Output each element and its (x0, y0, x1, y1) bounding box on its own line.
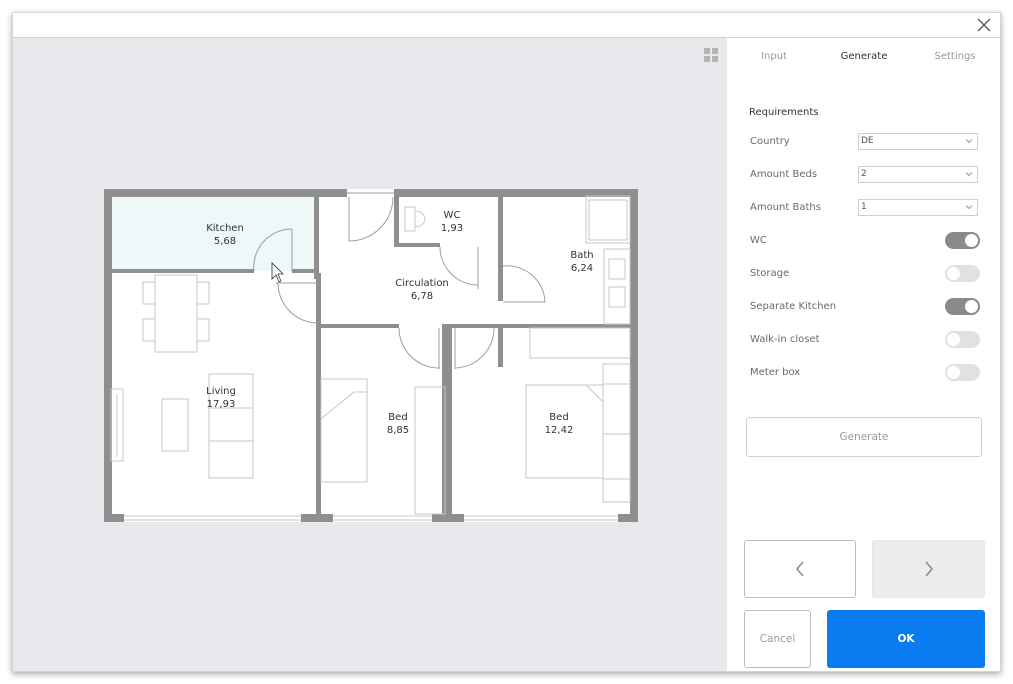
dialog-window: Kitchen 5,68 WC 1,93 Bath 6,24 Circulation 6… (12, 12, 1001, 672)
amount-beds-label: Amount Beds (750, 169, 818, 180)
grid-view-icon[interactable] (704, 48, 718, 62)
amount-baths-select[interactable]: 1 (858, 199, 978, 216)
floor-plan-drawing (104, 189, 638, 522)
wc-label: WC (750, 235, 767, 246)
chevron-down-icon (965, 172, 973, 177)
amount-beds-select[interactable]: 2 (858, 166, 978, 183)
room-label-kitchen: Kitchen 5,68 (206, 223, 244, 247)
cancel-button[interactable]: Cancel (744, 610, 811, 668)
chevron-right-icon (924, 561, 933, 577)
amount-beds-value: 2 (861, 169, 867, 179)
room-label-wc: WC 1,93 (440, 210, 464, 234)
ok-button[interactable]: OK (827, 610, 985, 668)
previous-button[interactable] (744, 540, 856, 598)
country-value: DE (861, 136, 874, 146)
storage-label: Storage (750, 268, 790, 279)
toggle-knob (965, 234, 978, 247)
tab-generate[interactable]: Generate (837, 51, 891, 62)
country-label: Country (750, 136, 790, 147)
toggle-knob (947, 333, 960, 346)
meter-box-label: Meter box (750, 367, 801, 378)
floor-plan: Kitchen 5,68 WC 1,93 Bath 6,24 Circulation 6… (104, 189, 638, 526)
toggle-knob (965, 300, 978, 313)
meter-box-toggle[interactable] (945, 364, 980, 381)
walk-in-closet-toggle[interactable] (945, 331, 980, 348)
amount-baths-value: 1 (861, 202, 867, 212)
tab-settings[interactable]: Settings (931, 51, 979, 62)
tab-input[interactable]: Input (757, 51, 791, 62)
country-select[interactable]: DE (858, 133, 978, 150)
generate-button[interactable]: Generate (746, 417, 982, 457)
requirements-title: Requirements (749, 107, 819, 118)
wc-toggle[interactable] (945, 232, 980, 249)
storage-toggle[interactable] (945, 265, 980, 282)
room-label-living: Living 17,93 (206, 386, 236, 410)
room-label-bath: Bath 6,24 (570, 250, 594, 274)
close-icon[interactable] (974, 15, 994, 35)
room-label-bed-1: Bed 8,85 (386, 412, 410, 436)
toggle-knob (947, 366, 960, 379)
next-button[interactable] (872, 540, 985, 598)
title-bar (13, 13, 1000, 38)
walk-in-closet-label: Walk-in closet (750, 334, 820, 345)
chevron-left-icon (796, 561, 804, 577)
separate-kitchen-label: Separate Kitchen (750, 301, 837, 312)
floorplan-canvas: Kitchen 5,68 WC 1,93 Bath 6,24 Circulation 6… (13, 38, 727, 671)
settings-panel: Input Generate Settings Requirements Cou… (727, 38, 1000, 671)
chevron-down-icon (965, 205, 973, 210)
amount-baths-label: Amount Baths (750, 202, 821, 213)
toggle-knob (947, 267, 960, 280)
separate-kitchen-toggle[interactable] (945, 298, 980, 315)
room-label-circulation: Circulation 6,78 (395, 278, 449, 302)
room-label-bed-2: Bed 12,42 (544, 412, 574, 436)
chevron-down-icon (965, 139, 973, 144)
